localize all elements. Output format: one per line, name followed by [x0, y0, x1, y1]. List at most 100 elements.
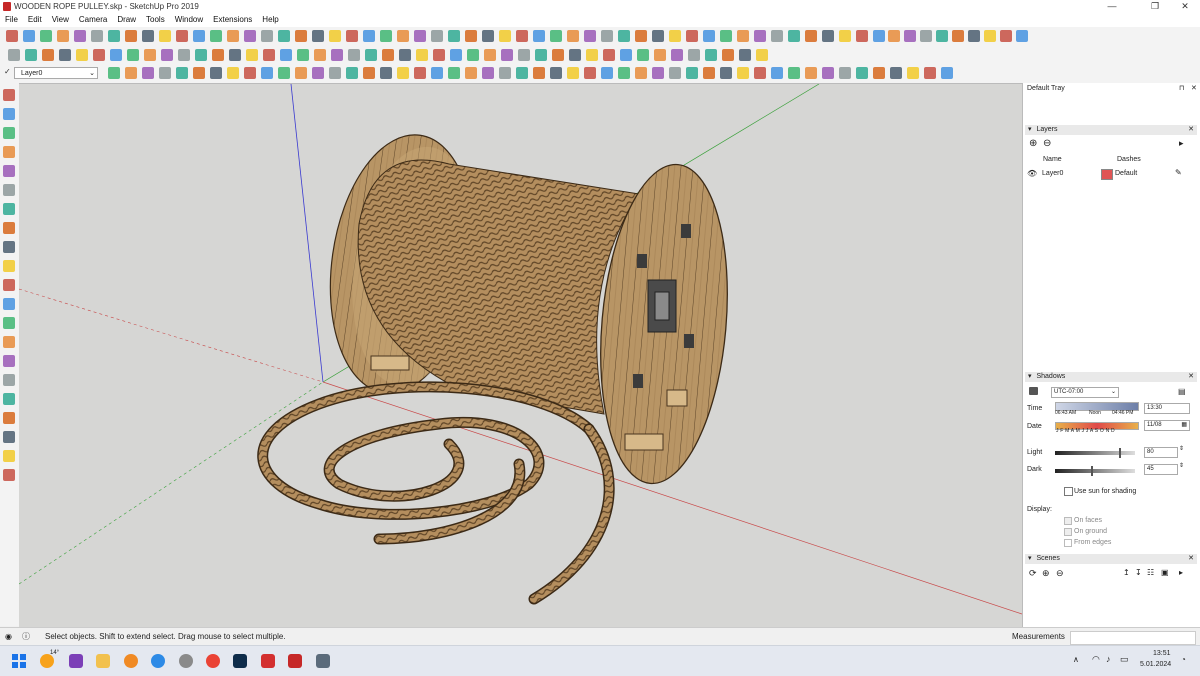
toolbar-tool-icon[interactable] — [433, 49, 445, 61]
scene-details-icon[interactable]: ▸ — [1179, 568, 1183, 577]
shadow-details-icon[interactable]: ▤ — [1178, 387, 1186, 396]
toolbar-tool-icon[interactable] — [601, 67, 613, 79]
toolbar-tool-icon[interactable] — [720, 30, 732, 42]
toolbar-tool-icon[interactable] — [637, 49, 649, 61]
sketchup-taskbar-icon[interactable] — [288, 654, 302, 668]
toolbar-tool-icon[interactable] — [161, 49, 173, 61]
toolbar-tool-icon[interactable] — [108, 30, 120, 42]
toolbar-tool-icon[interactable] — [533, 30, 545, 42]
toolbar-tool-icon[interactable] — [295, 30, 307, 42]
toolbar-tool-icon[interactable] — [244, 67, 256, 79]
remove-scene-icon[interactable]: ⊖ — [1056, 568, 1064, 579]
info-icon[interactable]: ⓘ — [22, 628, 30, 646]
toolbar-tool-icon[interactable] — [737, 30, 749, 42]
left-tool-icon[interactable] — [3, 469, 15, 481]
toolbar-tool-icon[interactable] — [261, 30, 273, 42]
toolbar-tool-icon[interactable] — [635, 67, 647, 79]
blender-icon[interactable] — [124, 654, 138, 668]
on-ground-checkbox[interactable] — [1064, 528, 1072, 536]
toolbar-tool-icon[interactable] — [40, 30, 52, 42]
left-tool-icon[interactable] — [3, 108, 15, 120]
layer-name[interactable]: Layer0 — [1042, 170, 1063, 177]
toolbar-tool-icon[interactable] — [312, 67, 324, 79]
toolbar-tool-icon[interactable] — [346, 30, 358, 42]
left-tool-icon[interactable] — [3, 89, 15, 101]
scene-view-options-icon[interactable]: ☷ — [1147, 568, 1154, 577]
toolbar-tool-icon[interactable] — [890, 67, 902, 79]
toolbar-tool-icon[interactable] — [822, 67, 834, 79]
toolbar-tool-icon[interactable] — [59, 49, 71, 61]
search-app-icon[interactable] — [179, 654, 193, 668]
toolbar-tool-icon[interactable] — [550, 67, 562, 79]
toolbar-tool-icon[interactable] — [227, 30, 239, 42]
chrome-icon[interactable] — [206, 654, 220, 668]
toolbar-tool-icon[interactable] — [686, 30, 698, 42]
toolbar-tool-icon[interactable] — [244, 30, 256, 42]
toolbar-tool-icon[interactable] — [280, 49, 292, 61]
toolbar-tool-icon[interactable] — [414, 67, 426, 79]
model-viewport[interactable] — [19, 83, 1022, 628]
left-tool-icon[interactable] — [3, 412, 15, 424]
toolbar-tool-icon[interactable] — [227, 67, 239, 79]
shadows-panel-header[interactable]: ▾ Shadows ✕ — [1025, 372, 1197, 382]
scene-move-up-icon[interactable]: ↥ — [1123, 568, 1130, 577]
chevron-up-icon[interactable]: ∧ — [1073, 655, 1079, 664]
toolbar-tool-icon[interactable] — [533, 67, 545, 79]
toolbar-tool-icon[interactable] — [968, 30, 980, 42]
left-tool-icon[interactable] — [3, 146, 15, 158]
notification-icon[interactable]: ◔ — [1181, 655, 1186, 664]
toolbar-tool-icon[interactable] — [380, 30, 392, 42]
toolbar-tool-icon[interactable] — [142, 30, 154, 42]
add-scene-icon[interactable]: ⊕ — [1042, 568, 1050, 579]
toolbar-tool-icon[interactable] — [57, 30, 69, 42]
menu-tools[interactable]: Tools — [146, 15, 165, 24]
close-button[interactable]: ✕ — [1170, 0, 1200, 13]
toolbar-tool-icon[interactable] — [722, 49, 734, 61]
left-tool-icon[interactable] — [3, 203, 15, 215]
toolbar-tool-icon[interactable] — [6, 30, 18, 42]
toolbar-tool-icon[interactable] — [110, 49, 122, 61]
calculator-icon[interactable] — [316, 654, 330, 668]
toolbar-tool-icon[interactable] — [703, 67, 715, 79]
dark-slider[interactable] — [1055, 466, 1135, 476]
toolbar-tool-icon[interactable] — [178, 49, 190, 61]
toolbar-tool-icon[interactable] — [839, 67, 851, 79]
visibility-eye-icon[interactable]: 👁 — [1027, 169, 1037, 178]
toolbar-tool-icon[interactable] — [263, 49, 275, 61]
light-stepper[interactable]: ⇕ — [1179, 445, 1184, 452]
toolbar-tool-icon[interactable] — [618, 30, 630, 42]
toolbar-tool-icon[interactable] — [584, 67, 596, 79]
toolbar-tool-icon[interactable] — [346, 67, 358, 79]
dark-input[interactable]: 45 — [1144, 464, 1178, 475]
toolbar-tool-icon[interactable] — [484, 49, 496, 61]
toolbar-tool-icon[interactable] — [586, 49, 598, 61]
layer-dashes[interactable]: Default — [1115, 170, 1137, 177]
shadow-toggle-icon[interactable] — [1029, 387, 1038, 395]
toolbar-tool-icon[interactable] — [397, 67, 409, 79]
toolbar-tool-icon[interactable] — [771, 30, 783, 42]
close-icon[interactable]: ✕ — [1188, 372, 1194, 382]
toolbar-tool-icon[interactable] — [144, 49, 156, 61]
layer-color-swatch[interactable] — [1101, 169, 1113, 180]
left-tool-icon[interactable] — [3, 298, 15, 310]
left-tool-icon[interactable] — [3, 260, 15, 272]
toolbar-tool-icon[interactable] — [210, 30, 222, 42]
toolbar-tool-icon[interactable] — [159, 30, 171, 42]
toolbar-tool-icon[interactable] — [737, 67, 749, 79]
menu-extensions[interactable]: Extensions — [213, 15, 252, 24]
weather-icon[interactable] — [40, 654, 54, 668]
toolbar-tool-icon[interactable] — [125, 30, 137, 42]
toolbar-tool-icon[interactable] — [482, 67, 494, 79]
toolbar-tool-icon[interactable] — [1000, 30, 1012, 42]
file-explorer-icon[interactable] — [96, 654, 110, 668]
toolbar-tool-icon[interactable] — [601, 30, 613, 42]
measurements-input[interactable] — [1070, 631, 1196, 645]
battery-icon[interactable]: ▭ — [1120, 654, 1129, 665]
toolbar-tool-icon[interactable] — [686, 67, 698, 79]
toolbar-tool-icon[interactable] — [569, 49, 581, 61]
on-faces-checkbox[interactable] — [1064, 517, 1072, 525]
refresh-scene-icon[interactable]: ⟳ — [1029, 568, 1037, 579]
left-tool-icon[interactable] — [3, 241, 15, 253]
toolbar-tool-icon[interactable] — [620, 49, 632, 61]
left-tool-icon[interactable] — [3, 393, 15, 405]
